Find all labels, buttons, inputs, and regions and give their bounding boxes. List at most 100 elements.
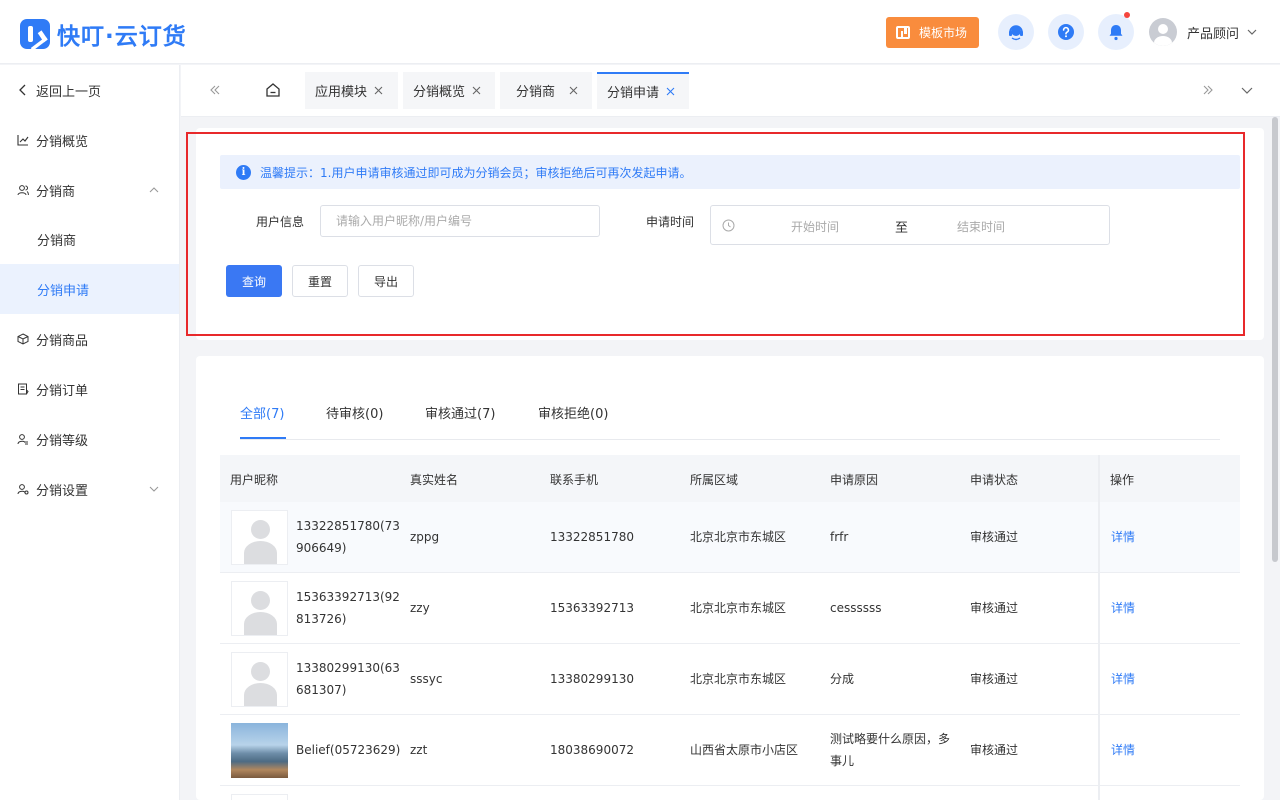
sidebar-item-label: 分销等级 [36,433,89,449]
sidebar-item-goods[interactable]: 分销商品 [0,314,179,364]
end-date-input[interactable]: 结束时间 [957,218,1005,235]
table-row: 13380299130(63 681307) sssyc 13380299130… [220,644,1240,715]
tip-text: 温馨提示：1.用户申请审核通过即可成为分销会员；审核拒绝后可再次发起申请。 [260,165,692,180]
sidebar: 返回上一页 分销概览 分销商 分销商 分销申请 分销商品 分销订单 分销等级 分… [0,65,180,800]
template-market-button[interactable]: 模板市场 [886,17,979,48]
tab-all[interactable]: 全部(7) [240,403,284,422]
bell-icon[interactable] [1098,12,1134,50]
template-grid-icon [896,26,910,39]
col-reason: 申请原因 [830,473,879,487]
tab-app-modules[interactable]: 应用模块 [305,72,398,109]
user-avatar [231,794,288,800]
table-row [220,786,1240,800]
user-info-field[interactable] [320,205,600,237]
phone: 13380299130 [550,672,634,686]
app-logo[interactable]: 快叮·云订货 [20,17,187,51]
user-info-label: 用户信息 [256,215,305,229]
reset-button[interactable]: 重置 [292,265,348,297]
col-real-name: 真实姓名 [410,473,459,487]
table-row: 15363392713(92 813726) zzy 15363392713 北… [220,573,1240,644]
chevron-left-icon [17,84,29,96]
date-range-picker[interactable]: 开始时间 至 结束时间 [710,205,1110,245]
sidebar-item-settings[interactable]: 分销设置 [0,464,179,514]
tab-distribution-apply[interactable]: 分销申请 [597,72,689,109]
user-menu[interactable]: 产品顾问 [1149,18,1257,46]
chevron-down-icon[interactable] [1240,83,1254,97]
action-column-divider [1098,455,1100,800]
sidebar-item-distributor-list[interactable]: 分销商 [0,214,179,264]
order-icon [17,383,29,395]
reason: frfr [830,530,849,544]
logo-text: 快叮·云订货 [57,24,187,50]
sidebar-item-overview[interactable]: 分销概览 [0,115,179,165]
tab-distributors[interactable]: 分销商 [500,72,592,109]
tab-label: 应用模块 [315,85,368,100]
region: 北京北京市东城区 [690,601,787,615]
export-button[interactable]: 导出 [358,265,414,297]
home-icon[interactable] [265,82,281,98]
sidebar-item-label: 分销商 [37,233,77,249]
real-name: zppg [410,530,440,544]
query-button[interactable]: 查询 [226,265,282,297]
phone: 13322851780 [550,530,634,544]
sidebar-item-distributors[interactable]: 分销商 [0,165,179,215]
phone: 15363392713 [550,601,634,615]
user-settings-icon [17,483,29,495]
scrollbar-thumb[interactable] [1272,117,1278,562]
status: 审核通过 [970,743,1019,757]
sidebar-item-levels[interactable]: 分销等级 [0,414,179,464]
tab-label: 分销概览 [413,85,466,100]
double-chevron-right-icon[interactable] [1201,83,1215,97]
nickname-line2: 681307) [296,683,347,697]
user-avatar-photo [231,723,288,778]
start-date-input[interactable]: 开始时间 [791,218,839,235]
sidebar-item-distribution-apply[interactable]: 分销申请 [0,264,179,314]
clock-icon [722,219,735,232]
tab-overview[interactable]: 分销概览 [403,72,495,109]
region: 北京北京市东城区 [690,530,787,544]
tab-label: 分销申请 [607,86,660,101]
close-icon[interactable] [666,87,675,96]
user-info-input[interactable] [321,214,599,228]
reason: 分成 [830,672,855,686]
nickname-line1: 13322851780(73 [296,519,400,533]
region: 北京北京市东城区 [690,672,787,686]
col-nickname: 用户昵称 [230,473,279,487]
apply-time-label: 申请时间 [646,215,695,229]
tab-approved[interactable]: 审核通过(7) [425,403,495,422]
table-row: 13322851780(73 906649) zppg 13322851780 … [220,502,1240,573]
close-icon[interactable] [569,86,578,95]
detail-link[interactable]: 详情 [1111,526,1135,548]
nickname-line1: 15363392713(92 [296,590,400,604]
close-icon[interactable] [472,86,481,95]
real-name: zzy [410,601,430,615]
tab-label: 分销商 [516,85,556,100]
notification-dot [1124,12,1130,18]
chevron-up-icon [149,187,159,193]
table-row: Belief(05723629) zzt 18038690072 山西省太原市小… [220,715,1240,786]
sidebar-item-orders[interactable]: 分销订单 [0,364,179,414]
detail-link[interactable]: 详情 [1111,668,1135,690]
sidebar-item-label: 分销商品 [36,333,89,349]
sidebar-item-label: 分销申请 [37,283,90,299]
double-chevron-left-icon[interactable] [208,83,222,97]
close-icon[interactable] [374,86,383,95]
col-action: 操作 [1110,473,1135,487]
real-name: zzt [410,743,428,757]
back-button[interactable]: 返回上一页 [0,65,179,115]
range-separator: 至 [895,221,909,236]
user-avatar [231,510,288,565]
chevron-down-icon [149,486,159,492]
customer-service-icon[interactable] [998,14,1034,50]
sidebar-item-label: 分销商 [36,184,76,200]
tab-rejected[interactable]: 审核拒绝(0) [538,403,608,422]
active-tab-indicator [240,437,286,439]
detail-link[interactable]: 详情 [1111,739,1135,761]
user-avatar [231,652,288,707]
tab-pending[interactable]: 待审核(0) [326,403,383,422]
detail-link[interactable]: 详情 [1111,597,1135,619]
tip-banner: i 温馨提示：1.用户申请审核通过即可成为分销会员；审核拒绝后可再次发起申请。 [220,155,1240,189]
help-icon[interactable] [1048,14,1084,50]
sidebar-item-label: 分销订单 [36,383,89,399]
info-icon: i [236,164,251,180]
